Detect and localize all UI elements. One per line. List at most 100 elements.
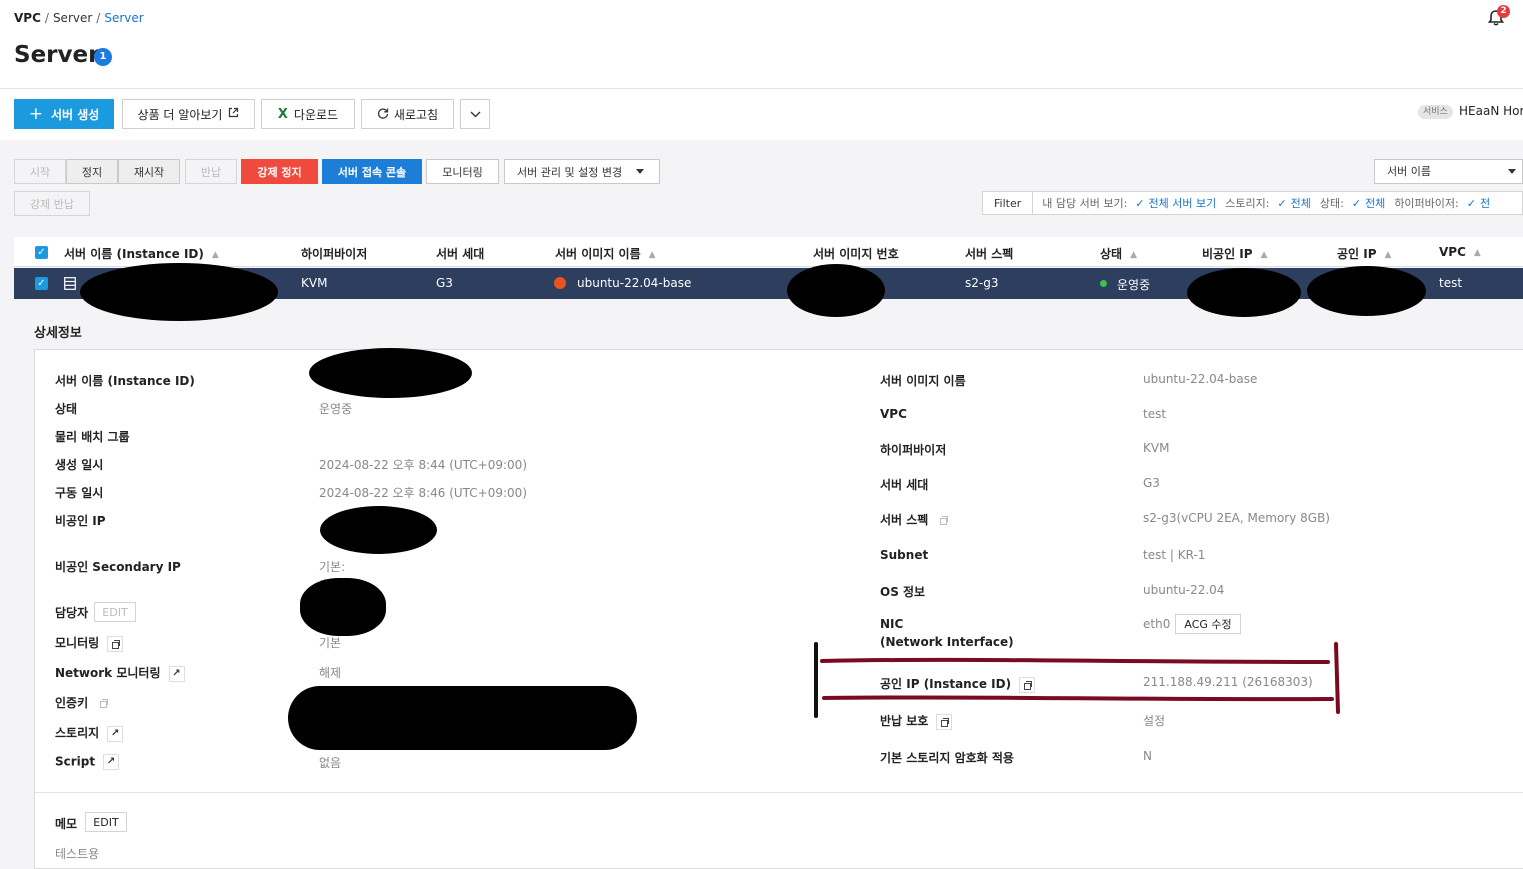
select-all-checkbox[interactable]: ✓ bbox=[35, 246, 48, 259]
server-count-badge: 1 bbox=[94, 48, 112, 66]
return-button[interactable]: 반납 bbox=[185, 159, 237, 184]
column-header-generation: 서버 세대 bbox=[436, 247, 485, 261]
label-created: 생성 일시 bbox=[55, 458, 104, 472]
label-monitoring: 모니터링 bbox=[55, 634, 124, 652]
value-monitoring: 기본 bbox=[319, 636, 342, 650]
label-vpc: VPC bbox=[880, 407, 907, 421]
owner-edit-button[interactable]: EDIT bbox=[94, 602, 136, 622]
filter-storage[interactable]: 스토리지: ✓ 전체 bbox=[1225, 195, 1311, 211]
stop-button[interactable]: 정지 bbox=[66, 159, 118, 184]
redaction-mark bbox=[309, 348, 472, 398]
column-header-image-name[interactable]: 서버 이미지 이름 ▲ bbox=[555, 245, 656, 262]
label-script: Script ↗ bbox=[55, 754, 120, 770]
page-title: Server bbox=[14, 42, 100, 68]
sort-icon: ▲ bbox=[1384, 249, 1392, 260]
label-status: 상태 bbox=[55, 402, 78, 416]
label-generation: 서버 세대 bbox=[880, 478, 929, 492]
label-subnet: Subnet bbox=[880, 548, 929, 562]
value-vpc: test bbox=[1143, 407, 1167, 421]
restart-button[interactable]: 재시작 bbox=[118, 159, 180, 184]
value-nic: eth0 bbox=[1143, 617, 1171, 631]
filter-label[interactable]: Filter bbox=[983, 192, 1034, 214]
server-console-button[interactable]: 서버 접속 콘솔 bbox=[322, 159, 422, 184]
start-button[interactable]: 시작 bbox=[14, 159, 66, 184]
value-encryption: N bbox=[1143, 749, 1152, 763]
download-button[interactable]: X 다운로드 bbox=[261, 99, 355, 129]
external-link-icon[interactable]: ↗ bbox=[103, 754, 120, 770]
filter-owner[interactable]: 내 담당 서버 보기: ✓ 전체 서버 보기 bbox=[1042, 195, 1216, 211]
value-generation: G3 bbox=[1143, 476, 1160, 490]
column-header-spec: 서버 스펙 bbox=[965, 247, 1014, 261]
sort-icon: ▲ bbox=[1130, 249, 1138, 260]
value-status: 운영중 bbox=[319, 402, 353, 416]
label-storage: 스토리지 ↗ bbox=[55, 724, 124, 742]
label-hypervisor: 하이퍼바이저 bbox=[880, 443, 947, 457]
learn-more-button[interactable]: 상품 더 알아보기 bbox=[122, 99, 255, 129]
label-os: OS 정보 bbox=[880, 585, 926, 599]
filter-hypervisor[interactable]: 하이퍼바이저: ✓ 전 bbox=[1394, 195, 1490, 211]
server-manage-dropdown[interactable]: 서버 관리 및 설정 변경 bbox=[504, 159, 660, 184]
external-link-icon[interactable]: ↗ bbox=[168, 665, 185, 682]
external-link-icon[interactable]: ↗ bbox=[107, 725, 124, 742]
redaction-mark bbox=[288, 686, 637, 750]
check-icon: ✓ bbox=[1351, 196, 1362, 210]
label-secondary-ip: 비공인 Secondary IP bbox=[55, 560, 181, 574]
check-icon: ✓ bbox=[1135, 196, 1145, 210]
label-auth-key: 인증키 bbox=[55, 694, 113, 712]
value-memo: 테스트용 bbox=[55, 847, 100, 861]
row-image-name: ubuntu-22.04-base bbox=[577, 276, 692, 290]
row-status: 운영중 bbox=[1117, 278, 1151, 292]
more-options-button[interactable] bbox=[460, 99, 490, 129]
value-os: ubuntu-22.04 bbox=[1143, 583, 1225, 597]
create-server-button[interactable]: + 서버 생성 bbox=[14, 99, 114, 129]
label-encryption: 기본 스토리지 암호화 적용 bbox=[880, 751, 1014, 765]
filter-status[interactable]: 상태: ✓ 전체 bbox=[1320, 195, 1385, 211]
acg-edit-button[interactable]: ACG 수정 bbox=[1175, 614, 1241, 634]
value-secondary-basic: 기본: bbox=[319, 560, 346, 574]
column-header-image-no: 서버 이미지 번호 bbox=[813, 247, 899, 261]
breadcrumb-server[interactable]: Server bbox=[53, 11, 92, 25]
column-header-status[interactable]: 상태 ▲ bbox=[1100, 245, 1137, 262]
copy-icon[interactable] bbox=[936, 512, 953, 529]
copy-icon[interactable] bbox=[96, 695, 113, 712]
sort-icon: ▲ bbox=[211, 249, 219, 260]
row-generation: G3 bbox=[436, 276, 453, 290]
force-stop-button[interactable]: 강제 정지 bbox=[241, 159, 318, 184]
header-divider bbox=[0, 88, 1523, 89]
detail-panel bbox=[34, 349, 1523, 869]
caret-down-icon bbox=[1508, 169, 1516, 174]
label-image-name: 서버 이미지 이름 bbox=[880, 374, 966, 388]
redaction-mark bbox=[1187, 268, 1301, 317]
search-field-select[interactable]: 서버 이름 bbox=[1374, 159, 1523, 184]
breadcrumb-current: Server bbox=[104, 11, 144, 25]
row-checkbox[interactable]: ✓ bbox=[35, 277, 48, 290]
service-name[interactable]: HEaaN Hom bbox=[1459, 104, 1523, 118]
value-created: 2024-08-22 오후 8:44 (UTC+09:00) bbox=[319, 458, 527, 472]
filter-bar: Filter 내 담당 서버 보기: ✓ 전체 서버 보기 스토리지: ✓ 전체 상태:… bbox=[982, 191, 1523, 215]
column-header-private-ip[interactable]: 비공인 IP ▲ bbox=[1202, 245, 1267, 262]
detail-section-title: 상세정보 bbox=[34, 326, 82, 341]
memo-edit-button[interactable]: EDIT bbox=[85, 812, 127, 832]
table-header: ✓ 서버 이름 (Instance ID) ▲ 하이퍼바이저 서버 세대 서버 이… bbox=[14, 237, 1523, 267]
row-spec: s2-g3 bbox=[965, 276, 999, 290]
label-memo: 메모 bbox=[55, 817, 78, 831]
label-placement-group: 물리 배치 그룹 bbox=[55, 430, 130, 444]
caret-down-icon bbox=[636, 169, 645, 174]
column-header-public-ip[interactable]: 공인 IP ▲ bbox=[1337, 245, 1391, 262]
breadcrumb-vpc[interactable]: VPC bbox=[14, 11, 41, 25]
notification-badge: 2 bbox=[1497, 5, 1510, 18]
value-hypervisor: KVM bbox=[1143, 441, 1170, 455]
force-return-button[interactable]: 강제 반납 bbox=[14, 191, 90, 216]
monitoring-button[interactable]: 모니터링 bbox=[426, 159, 499, 184]
chevron-down-icon bbox=[470, 107, 481, 121]
value-script: 없음 bbox=[319, 756, 342, 770]
copy-icon[interactable] bbox=[107, 635, 124, 652]
label-nic: NIC bbox=[880, 617, 904, 631]
column-header-vpc[interactable]: VPC ▲ bbox=[1439, 245, 1481, 259]
value-spec: s2-g3(vCPU 2EA, Memory 8GB) bbox=[1143, 511, 1330, 525]
refresh-icon bbox=[377, 107, 389, 122]
sort-icon: ▲ bbox=[1473, 247, 1481, 258]
refresh-button[interactable]: 새로고침 bbox=[361, 99, 454, 129]
memo-divider bbox=[35, 792, 1523, 793]
column-header-name[interactable]: 서버 이름 (Instance ID) ▲ bbox=[64, 245, 219, 262]
